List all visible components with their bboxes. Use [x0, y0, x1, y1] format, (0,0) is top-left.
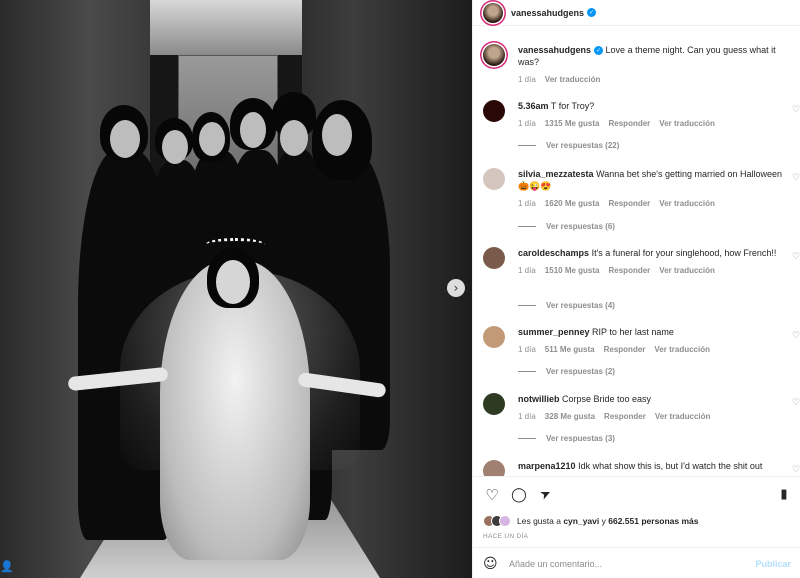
- translate-link[interactable]: Ver traducción: [654, 344, 710, 356]
- comment-username[interactable]: summer_penney: [518, 327, 590, 337]
- comment-likes[interactable]: 1510 Me gusta: [545, 265, 600, 277]
- post-actions: ♡ ◯ ➤ ▮ Les gusta a cyn_yavi y 662.551 p…: [473, 476, 800, 578]
- photo-figure-4-head: [240, 112, 266, 148]
- likes-joiner: y: [601, 516, 606, 526]
- view-replies-button[interactable]: Ver respuestas (2): [518, 367, 615, 376]
- comment-avatar[interactable]: [483, 247, 505, 269]
- comment-input[interactable]: [509, 558, 756, 569]
- reply-button[interactable]: Responder: [609, 198, 651, 210]
- chevron-right-icon: ›: [453, 281, 459, 295]
- comment-text: T for Troy?: [550, 101, 595, 111]
- comment-time[interactable]: 1 día: [518, 265, 536, 277]
- comment-text: Corpse Bride too easy: [562, 394, 652, 404]
- verified-badge-icon: ✓: [594, 46, 604, 56]
- comment-avatar[interactable]: [483, 168, 505, 190]
- reply-button[interactable]: Responder: [609, 118, 651, 130]
- comment-likes[interactable]: 328 Me gusta: [545, 411, 595, 423]
- reply-button[interactable]: Responder: [604, 344, 646, 356]
- author-username[interactable]: vanessahudgens: [511, 8, 584, 18]
- photo-figure-1-head: [110, 120, 140, 158]
- heart-icon[interactable]: ♡: [791, 173, 800, 183]
- comment-icon[interactable]: ◯: [510, 486, 528, 504]
- verified-badge-icon: ✓: [587, 8, 597, 17]
- comment-avatar[interactable]: [483, 460, 505, 476]
- send-icon[interactable]: ➤: [534, 483, 558, 507]
- author-avatar[interactable]: [483, 2, 503, 23]
- comment-time[interactable]: 1 día: [518, 411, 536, 423]
- caption-avatar[interactable]: [483, 44, 505, 66]
- liker-username[interactable]: cyn_yavi: [563, 516, 599, 526]
- likes-summary: Les gusta a cyn_yavi y 662.551 personas …: [483, 515, 699, 527]
- translate-link[interactable]: Ver traducción: [659, 265, 715, 277]
- liker-avatar[interactable]: [499, 515, 511, 527]
- comment-time[interactable]: 1 día: [518, 118, 536, 130]
- next-photo-button[interactable]: ›: [447, 279, 465, 297]
- translate-link[interactable]: Ver traducción: [659, 118, 715, 130]
- caption-username[interactable]: vanessahudgens: [518, 45, 591, 55]
- photo-figure-6-head: [322, 114, 352, 156]
- photo-figure-3-head: [199, 122, 225, 156]
- comment-text: RIP to her last name: [592, 327, 674, 337]
- tagged-people-icon[interactable]: 👤: [0, 560, 14, 578]
- heart-icon[interactable]: ♡: [791, 331, 800, 341]
- likes-prefix: Les gusta a: [517, 516, 561, 526]
- post-comment-button[interactable]: Publicar: [755, 559, 791, 569]
- post-header: vanessahudgens ✓: [473, 0, 800, 26]
- heart-icon[interactable]: ♡: [791, 252, 800, 262]
- photo-figure-2-head: [162, 130, 188, 164]
- caption-translate-link[interactable]: Ver traducción: [545, 74, 601, 86]
- likes-count[interactable]: 662.551 personas más: [608, 516, 698, 526]
- comment-avatar[interactable]: [483, 326, 505, 348]
- heart-icon[interactable]: ♡: [791, 398, 800, 408]
- heart-icon[interactable]: ♡: [791, 105, 800, 115]
- comment-text: It's a funeral for your singlehood, how …: [591, 248, 777, 258]
- comment-time[interactable]: 1 día: [518, 344, 536, 356]
- photo-figure-5-head: [280, 120, 308, 156]
- comment-likes[interactable]: 511 Me gusta: [545, 344, 595, 356]
- comment-username[interactable]: silvia_mezzatesta: [518, 169, 594, 179]
- comment-likes[interactable]: 1620 Me gusta: [545, 198, 600, 210]
- comment-likes[interactable]: 1315 Me gusta: [545, 118, 600, 130]
- add-comment-bar: ☺ Publicar: [473, 547, 800, 578]
- action-icons: ♡ ◯ ➤ ▮: [483, 483, 793, 507]
- reply-button[interactable]: Responder: [604, 411, 646, 423]
- heart-icon[interactable]: ♡: [483, 486, 501, 504]
- caption-time[interactable]: 1 día: [518, 74, 536, 86]
- view-replies-button[interactable]: Ver respuestas (4): [518, 301, 615, 310]
- comment-username[interactable]: notwillieb: [518, 394, 560, 404]
- comment-username[interactable]: caroldeschamps: [518, 248, 589, 258]
- comment-username[interactable]: marpena1210: [518, 461, 576, 471]
- smiley-icon[interactable]: ☺: [483, 556, 499, 572]
- comments-list[interactable]: vanessahudgens ✓ Love a theme night. Can …: [473, 36, 800, 476]
- post-date[interactable]: HACE UN DÍA: [483, 533, 528, 540]
- comment-username[interactable]: 5.36am: [518, 101, 549, 111]
- post-sidebar: vanessahudgens ✓ vanessahudgens ✓ Love a …: [472, 0, 800, 578]
- post-photo[interactable]: › 👤: [0, 0, 472, 578]
- reply-button[interactable]: Responder: [609, 265, 651, 277]
- photo-ceiling: [150, 0, 302, 55]
- comment-time[interactable]: 1 día: [518, 198, 536, 210]
- photo-bride-head: [216, 260, 250, 304]
- view-replies-button[interactable]: Ver respuestas (6): [518, 222, 615, 231]
- view-replies-button[interactable]: Ver respuestas (3): [518, 434, 615, 443]
- view-replies-button[interactable]: Ver respuestas (22): [518, 141, 619, 150]
- comment-avatar[interactable]: [483, 100, 505, 122]
- bookmark-icon[interactable]: ▮: [775, 486, 793, 504]
- translate-link[interactable]: Ver traducción: [659, 198, 715, 210]
- translate-link[interactable]: Ver traducción: [655, 411, 711, 423]
- heart-icon[interactable]: ♡: [791, 465, 800, 475]
- photo-crown: [205, 238, 265, 252]
- comment-avatar[interactable]: [483, 393, 505, 415]
- comment-text: Idk what show this is, but I'd watch the…: [578, 461, 763, 471]
